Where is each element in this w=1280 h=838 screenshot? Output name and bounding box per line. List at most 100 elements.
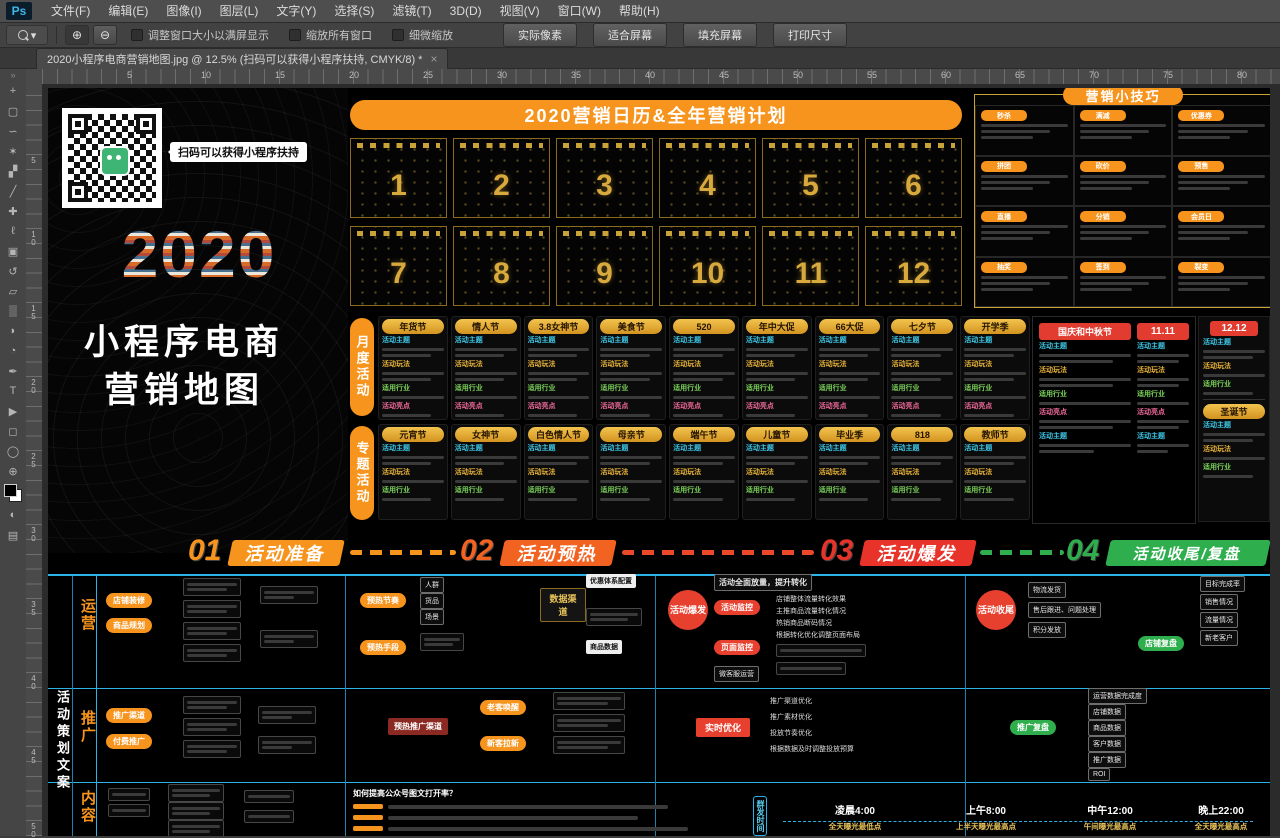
ops-burst-circle: 活动爆发	[668, 590, 708, 630]
blur-tool[interactable]: ◗	[2, 321, 24, 341]
qr-caption: 扫码可以获得小程序扶持	[170, 142, 307, 162]
promo-item: 推广数据	[1088, 752, 1126, 768]
options-bar: ▾ ⊕ ⊖ 调整窗口大小以满屏显示 缩放所有窗口 细微缩放 实际像素 适合屏幕 …	[0, 23, 1280, 48]
stage-connector	[622, 550, 814, 555]
zoom-tool-preset[interactable]: ▾	[6, 25, 48, 45]
content-line	[353, 804, 668, 809]
quick-mask-tool[interactable]: ◐	[2, 505, 24, 525]
monthly-column: 66大促 活动主题 活动玩法 适用行业 活动亮点	[815, 316, 885, 420]
move-tool[interactable]: +	[2, 81, 24, 101]
mindmap-node	[108, 788, 150, 801]
mindmap-node	[183, 718, 241, 736]
side-label: 活动策划文案	[53, 690, 72, 792]
zoom-tool[interactable]: ⊕	[2, 461, 24, 481]
actual-pixels-button[interactable]: 实际像素	[503, 23, 577, 47]
menu-item-edit[interactable]: 编辑(E)	[99, 0, 157, 22]
fill-screen-button[interactable]: 填充屏幕	[683, 23, 757, 47]
menu-item-layer[interactable]: 图层(L)	[211, 0, 268, 22]
close-icon[interactable]: ×	[430, 52, 437, 66]
collapse-icon[interactable]: »	[10, 69, 15, 81]
menu-item-filter[interactable]: 滤镜(T)	[383, 0, 440, 22]
magic-wand-tool[interactable]: ✶	[2, 141, 24, 161]
christmas-pill: 圣诞节	[1203, 404, 1265, 419]
document-tab[interactable]: 2020小程序电商营销地图.jpg @ 12.5% (扫码可以获得小程序扶持, …	[36, 48, 448, 69]
calendar-month: 8	[453, 226, 550, 306]
ops-item: 物流发货	[1028, 582, 1066, 598]
hand-tool[interactable]: ◯	[2, 441, 24, 461]
marquee-tool[interactable]: ▢	[2, 101, 24, 121]
type-tool[interactable]: T	[2, 381, 24, 401]
menu-item-type[interactable]: 文字(Y)	[267, 0, 325, 22]
path-select-tool[interactable]: ▶	[2, 401, 24, 421]
calendar-month: 3	[556, 138, 653, 218]
foreground-color-swatch[interactable]	[4, 484, 17, 497]
eraser-tool[interactable]: ▱	[2, 281, 24, 301]
clone-stamp-tool[interactable]: ▣	[2, 241, 24, 261]
ops-item: 根据转化优化调整页面布局	[776, 630, 860, 640]
history-brush-tool[interactable]: ↺	[2, 261, 24, 281]
fit-screen-button[interactable]: 适合屏幕	[593, 23, 667, 47]
calendar-month: 1	[350, 138, 447, 218]
dodge-tool[interactable]: ◔	[2, 341, 24, 361]
checkbox-resize-windows-to-fit[interactable]: 调整窗口大小以满屏显示	[131, 27, 269, 43]
monthly-column: 520 活动主题 活动玩法 适用行业 活动亮点	[669, 316, 739, 420]
ops-node: 活动监控	[714, 600, 760, 615]
special-column: 毕业季 活动主题 活动玩法 适用行业	[815, 424, 885, 520]
checkbox-scrubby-zoom[interactable]: 细微缩放	[392, 27, 453, 43]
tip-cell: 抽奖	[975, 257, 1074, 308]
brush-tool[interactable]: ℓ	[2, 221, 24, 241]
ops-item: 目标完成率	[1200, 576, 1245, 592]
menu-item-file[interactable]: 文件(F)	[42, 0, 99, 22]
gradient-tool[interactable]: ▒	[2, 301, 24, 321]
ops-item: 流量情况	[1200, 612, 1238, 628]
menu-item-window[interactable]: 窗口(W)	[549, 0, 610, 22]
ops-item: 新老客户	[1200, 630, 1238, 646]
monthly-column: 年中大促 活动主题 活动玩法 适用行业 活动亮点	[742, 316, 812, 420]
row-label-operations: 运营	[77, 598, 98, 632]
timeline-point: 中午12:00午间曝光最高点	[1060, 802, 1160, 832]
zoom-in-button[interactable]: ⊕	[65, 25, 89, 45]
pen-tool[interactable]: ✒	[2, 361, 24, 381]
menu-item-3d[interactable]: 3D(D)	[441, 0, 491, 22]
healing-brush-tool[interactable]: ✚	[2, 201, 24, 221]
menu-item-help[interactable]: 帮助(H)	[610, 0, 669, 22]
special-column: 女神节 活动主题 活动玩法 适用行业	[451, 424, 521, 520]
grid-line	[345, 576, 346, 836]
canvas-area[interactable]: 扫码可以获得小程序扶持 2020 小程序电商 营销地图 2020营销日历&全年营…	[42, 84, 1280, 836]
ops-node: 场景	[420, 609, 444, 625]
ops-item: 销售情况	[1200, 594, 1238, 610]
mindmap-node	[586, 608, 642, 626]
lasso-tool[interactable]: ∽	[2, 121, 24, 141]
mindmap-node	[258, 736, 316, 754]
stage-2-number: 02	[460, 534, 493, 568]
grid-line	[48, 574, 1270, 576]
calendar-grid: 1 2 3 4 5 6 7 8 9 10 11 12	[350, 138, 962, 306]
special-column: 教师节 活动主题 活动玩法 适用行业	[960, 424, 1030, 520]
ops-node: 货品	[420, 593, 444, 609]
promo-item: 运营数据完成度	[1088, 688, 1147, 704]
menu-item-view[interactable]: 视图(V)	[491, 0, 549, 22]
menu-item-select[interactable]: 选择(S)	[325, 0, 383, 22]
timeline-point: 晚上22:00全天曝光最高点	[1176, 802, 1266, 832]
tip-cell: 直播	[975, 206, 1074, 257]
checkbox-zoom-all-windows[interactable]: 缩放所有窗口	[289, 27, 372, 43]
ops-node: 页面监控	[714, 640, 760, 655]
color-swatches[interactable]	[3, 483, 23, 503]
zoom-out-button[interactable]: ⊖	[93, 25, 117, 45]
eyedropper-tool[interactable]: ╱	[2, 181, 24, 201]
mindmap-node	[260, 630, 318, 648]
stage-2-banner: 活动预热	[499, 540, 617, 566]
mindmap-node	[183, 644, 241, 662]
promo-item: 商品数据	[1088, 720, 1126, 736]
print-size-button[interactable]: 打印尺寸	[773, 23, 847, 47]
screen-mode-tool[interactable]: ▤	[2, 525, 24, 545]
crop-tool[interactable]: ▞	[2, 161, 24, 181]
menu-item-image[interactable]: 图像(I)	[157, 0, 210, 22]
checkbox-label: 细微缩放	[409, 27, 453, 43]
content-line	[353, 826, 688, 831]
ruler-vertical: 510 1520 2530 3540 4550	[26, 84, 43, 836]
content-headline: 如何提高公众号图文打开率？	[353, 788, 457, 799]
promo-node: 推广渠道	[106, 708, 152, 723]
stage-3-number: 03	[820, 534, 853, 568]
shape-tool[interactable]: ◻	[2, 421, 24, 441]
